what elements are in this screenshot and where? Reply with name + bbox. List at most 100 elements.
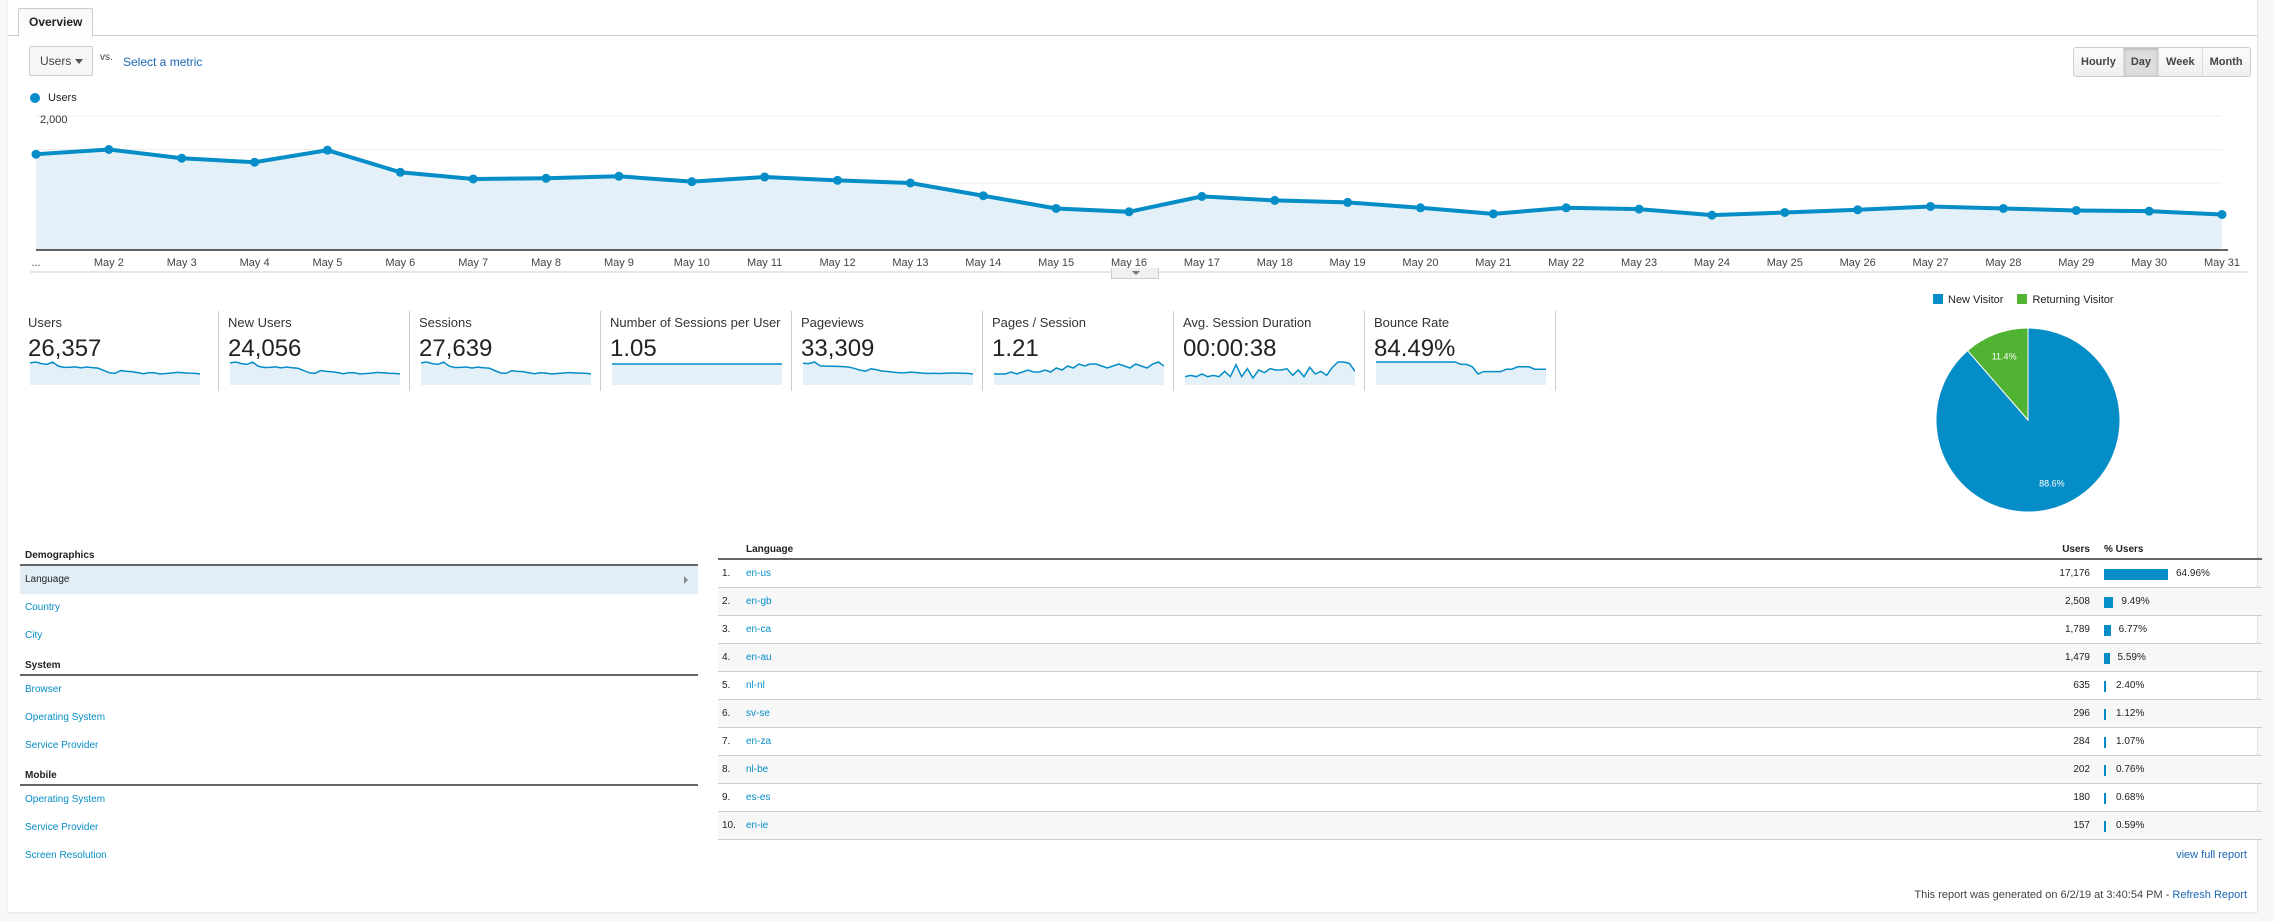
nav-section-heading: Demographics — [20, 546, 698, 566]
pct-users-bar — [2104, 793, 2106, 804]
pct-users-value: 1.07% — [2116, 736, 2145, 747]
pct-users-bar — [2104, 737, 2106, 748]
header-pct-users[interactable]: % Users — [2104, 540, 2143, 560]
nav-item-service-provider[interactable]: Service Provider — [20, 732, 698, 760]
metric-card[interactable]: Sessions 27,639 — [410, 311, 601, 391]
language-link[interactable]: es-es — [746, 784, 770, 812]
users-value: 202 — [2073, 764, 2090, 775]
x-tick-label: May 2 — [94, 257, 124, 269]
nav-item-language[interactable]: Language — [20, 566, 698, 594]
nav-item-label: Service Provider — [25, 740, 99, 751]
hourly-button[interactable]: Hourly — [2074, 48, 2124, 76]
metric-card[interactable]: Pageviews 33,309 — [792, 311, 983, 391]
metric-card[interactable]: New Users 24,056 — [219, 311, 410, 391]
pct-users-bar — [2104, 821, 2106, 832]
week-button[interactable]: Week — [2159, 48, 2203, 76]
sparkline-area — [1185, 362, 1355, 385]
pct-users-bar — [2104, 625, 2111, 636]
pct-users-value: 0.68% — [2116, 792, 2145, 803]
table-row: 8. nl-be 202 0.76% — [718, 756, 2262, 784]
caret-down-icon — [1132, 271, 1140, 275]
view-full-report-link[interactable]: view full report — [2176, 849, 2247, 861]
metric-title: Number of Sessions per User — [610, 315, 781, 330]
metric-card[interactable]: Users 26,357 — [28, 311, 219, 391]
data-point — [31, 149, 41, 159]
collapse-chart-toggle[interactable] — [1111, 268, 1159, 279]
pct-users-bar — [2104, 653, 2110, 664]
language-link[interactable]: en-gb — [746, 588, 772, 616]
nav-item-city[interactable]: City — [20, 622, 698, 650]
sparkline — [1376, 361, 1546, 385]
data-point — [687, 177, 697, 187]
sparkline-area — [1376, 362, 1546, 385]
metric-title: Avg. Session Duration — [1183, 315, 1312, 330]
users-value: 2,508 — [2064, 596, 2090, 607]
users-line-chart[interactable]: 2,0001,000...May 2May 3May 4May 5May 6Ma… — [8, 100, 2258, 280]
select-metric-link[interactable]: Select a metric — [123, 55, 202, 69]
metric-select-dropdown[interactable]: Users — [29, 46, 93, 76]
language-link[interactable]: en-za — [746, 728, 771, 756]
language-link[interactable]: sv-se — [746, 700, 770, 728]
metric-card[interactable]: Bounce Rate 84.49% — [1365, 311, 1556, 391]
language-table: Language Users % Users 1. en-us 17,176 6… — [718, 540, 2262, 840]
data-point — [2217, 209, 2227, 219]
x-tick-label: May 8 — [531, 257, 561, 269]
sparkline — [421, 361, 591, 385]
users-value: 180 — [2073, 792, 2090, 803]
day-button[interactable]: Day — [2123, 48, 2160, 76]
data-point — [1124, 207, 1134, 217]
data-point — [1707, 210, 1717, 220]
row-rank: 4. — [722, 652, 731, 663]
users-value: 284 — [2073, 736, 2090, 747]
chevron-right-icon — [684, 576, 688, 584]
language-link[interactable]: nl-be — [746, 756, 768, 784]
x-tick-label: May 21 — [1475, 257, 1511, 269]
legend-new-visitor[interactable]: New Visitor — [1933, 294, 2003, 306]
nav-item-operating-system[interactable]: Operating System — [20, 786, 698, 814]
row-rank: 6. — [722, 708, 731, 719]
metric-title: Sessions — [419, 315, 472, 330]
tab-overview[interactable]: Overview — [18, 8, 94, 37]
nav-item-browser[interactable]: Browser — [20, 676, 698, 704]
table-row: 1. en-us 17,176 64.96% — [718, 560, 2262, 588]
row-rank: 3. — [722, 624, 731, 635]
language-link[interactable]: en-ca — [746, 616, 771, 644]
row-rank: 1. — [722, 568, 731, 579]
metric-title: Pageviews — [801, 315, 864, 330]
nav-section-heading: System — [20, 656, 698, 676]
nav-item-label: Screen Resolution — [25, 850, 107, 861]
x-tick-label: May 30 — [2131, 257, 2167, 269]
metric-title: New Users — [228, 315, 292, 330]
table-row: 10. en-ie 157 0.59% — [718, 812, 2262, 840]
x-tick-label: May 6 — [385, 257, 415, 269]
table-row: 3. en-ca 1,789 6.77% — [718, 616, 2262, 644]
header-users[interactable]: Users — [2062, 540, 2090, 560]
refresh-report-link[interactable]: Refresh Report — [2172, 889, 2247, 901]
x-tick-label: May 25 — [1767, 257, 1803, 269]
x-tick-label: May 13 — [892, 257, 928, 269]
x-tick-label: May 12 — [819, 257, 855, 269]
legend-returning-visitor[interactable]: Returning Visitor — [2017, 294, 2114, 306]
metric-title: Bounce Rate — [1374, 315, 1450, 330]
nav-item-label: Language — [25, 574, 70, 585]
dimension-nav: Demographics Language Country City System Bro… — [20, 540, 698, 870]
metric-card[interactable]: Pages / Session 1.21 — [983, 311, 1174, 391]
language-link[interactable]: en-au — [746, 644, 772, 672]
nav-item-screen-resolution[interactable]: Screen Resolution — [20, 842, 698, 870]
row-rank: 5. — [722, 680, 731, 691]
pct-users-value: 64.96% — [2176, 568, 2210, 579]
nav-item-service-provider[interactable]: Service Provider — [20, 814, 698, 842]
visitor-pie-chart[interactable]: 88.6% 11.4% — [1933, 325, 2123, 515]
month-button[interactable]: Month — [2202, 48, 2250, 76]
language-link[interactable]: en-us — [746, 560, 771, 588]
metric-card[interactable]: Avg. Session Duration 00:00:38 — [1174, 311, 1365, 391]
row-rank: 8. — [722, 764, 731, 775]
language-link[interactable]: en-ie — [746, 812, 768, 840]
row-rank: 7. — [722, 736, 731, 747]
nav-item-operating-system[interactable]: Operating System — [20, 704, 698, 732]
language-link[interactable]: nl-nl — [746, 672, 765, 700]
x-tick-label: May 24 — [1694, 257, 1730, 269]
metric-card[interactable]: Number of Sessions per User 1.05 — [601, 311, 792, 391]
x-tick-label: May 27 — [1912, 257, 1948, 269]
nav-item-country[interactable]: Country — [20, 594, 698, 622]
